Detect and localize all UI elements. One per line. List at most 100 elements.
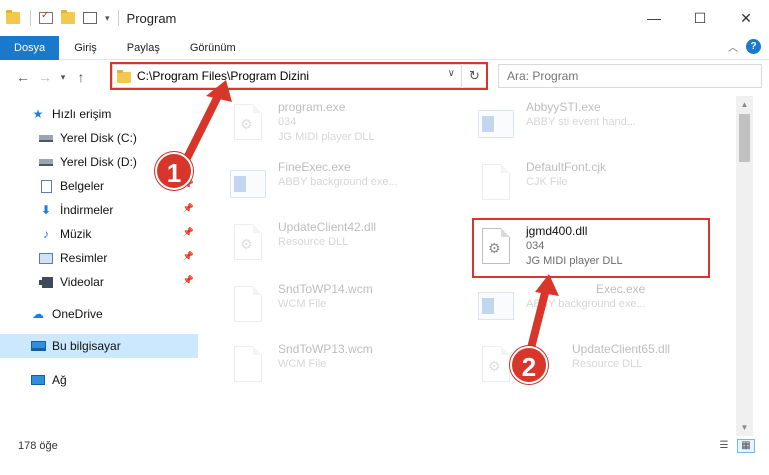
- pin-icon[interactable]: 📌: [183, 227, 194, 238]
- blank-file-icon: [476, 164, 516, 208]
- new-folder-icon[interactable]: [61, 10, 75, 24]
- address-path[interactable]: C:\Program Files\Program Dizini: [137, 69, 309, 83]
- sidebar-item-label: Resimler: [60, 251, 108, 265]
- tiles-view-icon[interactable]: ▦: [737, 439, 755, 453]
- address-bar[interactable]: C:\Program Files\Program Dizini ∨: [112, 64, 462, 88]
- scroll-down-icon[interactable]: ▼: [736, 419, 753, 436]
- list-item[interactable]: ⚙ program.exe 034 JG MIDI player DLL: [228, 100, 468, 156]
- list-item[interactable]: AbbyySTI.exe ABBY sti event hand...: [476, 100, 716, 156]
- sidebar-item-label: Ağ: [52, 373, 67, 387]
- divider: [117, 10, 119, 26]
- step2-badge: 2: [510, 346, 548, 384]
- refresh-icon: ↻: [469, 68, 480, 83]
- list-item[interactable]: DefaultFont.cjk CJK File: [476, 160, 716, 216]
- tab-dosya[interactable]: Dosya: [0, 35, 60, 60]
- drive-icon: [38, 131, 54, 145]
- list-item-jgmd400[interactable]: ⚙ jgmd400.dll 034 JG MIDI player DLL: [476, 224, 716, 280]
- minimize-button[interactable]: —: [631, 0, 677, 36]
- pin-icon[interactable]: 📌: [183, 203, 194, 214]
- window-controls: — ☐ ✕: [631, 0, 769, 36]
- forward-arrow-icon[interactable]: →: [34, 69, 56, 85]
- recent-chevron-icon[interactable]: ▾: [56, 72, 70, 83]
- ribbon: Dosya Giriş Paylaş Görünüm ︿ ?: [0, 35, 769, 60]
- pin-icon[interactable]: 📌: [183, 251, 194, 262]
- sidebar-item-downloads[interactable]: ⬇ İndirmeler 📌: [0, 198, 198, 222]
- maximize-button[interactable]: ☐: [677, 0, 723, 36]
- chevron-down-icon[interactable]: ▾: [105, 13, 110, 24]
- back-arrow-icon[interactable]: ←: [12, 69, 34, 85]
- blank-file-icon: [228, 286, 268, 330]
- downloads-icon: ⬇: [40, 203, 52, 217]
- ribbon-controls: ︿ ?: [728, 39, 761, 54]
- refresh-button[interactable]: ↻: [463, 64, 487, 88]
- sidebar-item-videos[interactable]: Videolar 📌: [0, 270, 198, 294]
- blank-file-icon: [228, 346, 268, 390]
- file-list: ⚙ program.exe 034 JG MIDI player DLL Abbyy…: [216, 96, 734, 434]
- sidebar-item-quick-access[interactable]: ★ Hızlı erişim: [0, 102, 198, 126]
- list-item[interactable]: FineExec.exe ABBY background exe...: [228, 160, 468, 216]
- gear-file-icon: ⚙: [228, 224, 268, 268]
- gear-file-icon: ⚙: [228, 104, 268, 148]
- pin-icon[interactable]: 📌: [183, 275, 194, 286]
- app-icon: [228, 164, 268, 208]
- customize-icon[interactable]: [83, 12, 97, 24]
- sidebar-item-label: Belgeler: [60, 179, 105, 193]
- computer-icon: [30, 339, 46, 353]
- pictures-icon: [38, 251, 54, 265]
- list-item[interactable]: SndToWP14.wcm WCM File: [228, 282, 468, 338]
- quick-access-toolbar: ▾: [6, 10, 127, 26]
- tab-gorunum[interactable]: Görünüm: [175, 36, 251, 60]
- cloud-icon: ☁: [32, 307, 44, 321]
- vertical-scrollbar[interactable]: ▲ ▼: [736, 96, 753, 436]
- details-view-icon[interactable]: ☰: [715, 439, 733, 453]
- sidebar-item-label: İndirmeler: [60, 203, 114, 217]
- documents-icon: [38, 179, 54, 193]
- up-arrow-icon[interactable]: ↑: [70, 69, 92, 85]
- sidebar-item-music[interactable]: ♪ Müzik 📌: [0, 222, 198, 246]
- window-title: Program: [126, 10, 177, 26]
- sidebar-item-label: Yerel Disk (C:): [60, 131, 137, 145]
- music-icon: ♪: [43, 227, 49, 241]
- sidebar-item-onedrive[interactable]: ☁ OneDrive: [0, 302, 198, 326]
- network-icon: [30, 373, 46, 387]
- star-icon: ★: [32, 107, 44, 121]
- folder-icon: [117, 69, 131, 83]
- item-count: 178 öğe: [18, 440, 58, 452]
- scrollbar-thumb[interactable]: [739, 114, 750, 162]
- chevron-down-icon[interactable]: ∨: [448, 68, 455, 79]
- sidebar-item-label: Hızlı erişim: [52, 107, 112, 121]
- sidebar-item-disk-c[interactable]: Yerel Disk (C:): [0, 126, 198, 150]
- sidebar-item-label: Yerel Disk (D:): [60, 155, 137, 169]
- properties-icon[interactable]: [39, 10, 53, 24]
- sidebar-item-label: Bu bilgisayar: [52, 339, 121, 353]
- help-icon[interactable]: ?: [746, 39, 761, 54]
- step1-badge: 1: [155, 152, 193, 190]
- list-item[interactable]: Exec.exe ABBY background exe...: [476, 282, 716, 338]
- divider: [30, 10, 31, 26]
- navigation-pane: ★ Hızlı erişim Yerel Disk (C:) Yerel Dis…: [0, 98, 204, 438]
- sidebar-item-pictures[interactable]: Resimler 📌: [0, 246, 198, 270]
- status-bar: 178 öğe ☰ ▦: [0, 436, 769, 456]
- search-box[interactable]: [498, 64, 762, 88]
- app-icon: [476, 104, 516, 148]
- close-button[interactable]: ✕: [723, 0, 769, 36]
- view-toggle: ☰ ▦: [711, 439, 755, 453]
- chevron-up-icon[interactable]: ︿: [728, 39, 738, 54]
- sidebar-item-label: Videolar: [60, 275, 104, 289]
- sidebar-item-network[interactable]: Ağ: [0, 368, 198, 392]
- sidebar-item-this-pc[interactable]: Bu bilgisayar: [0, 334, 198, 358]
- folder-icon: [6, 10, 20, 24]
- tab-paylas[interactable]: Paylaş: [112, 36, 175, 60]
- list-item[interactable]: SndToWP13.wcm WCM File: [228, 342, 468, 398]
- sidebar-item-label: Müzik: [60, 227, 92, 241]
- drive-icon: [38, 155, 54, 169]
- app-icon: [476, 286, 516, 330]
- search-input[interactable]: [507, 69, 761, 83]
- scroll-up-icon[interactable]: ▲: [736, 96, 753, 113]
- videos-icon: [38, 275, 54, 289]
- sidebar-item-label: OneDrive: [52, 307, 103, 321]
- navigation-bar: ← → ▾ ↑ C:\Program Files\Program Dizini …: [0, 60, 769, 94]
- tab-giris[interactable]: Giriş: [59, 36, 112, 60]
- list-item[interactable]: ⚙ UpdateClient42.dll Resource DLL: [228, 220, 468, 276]
- gear-file-icon: ⚙: [476, 228, 516, 272]
